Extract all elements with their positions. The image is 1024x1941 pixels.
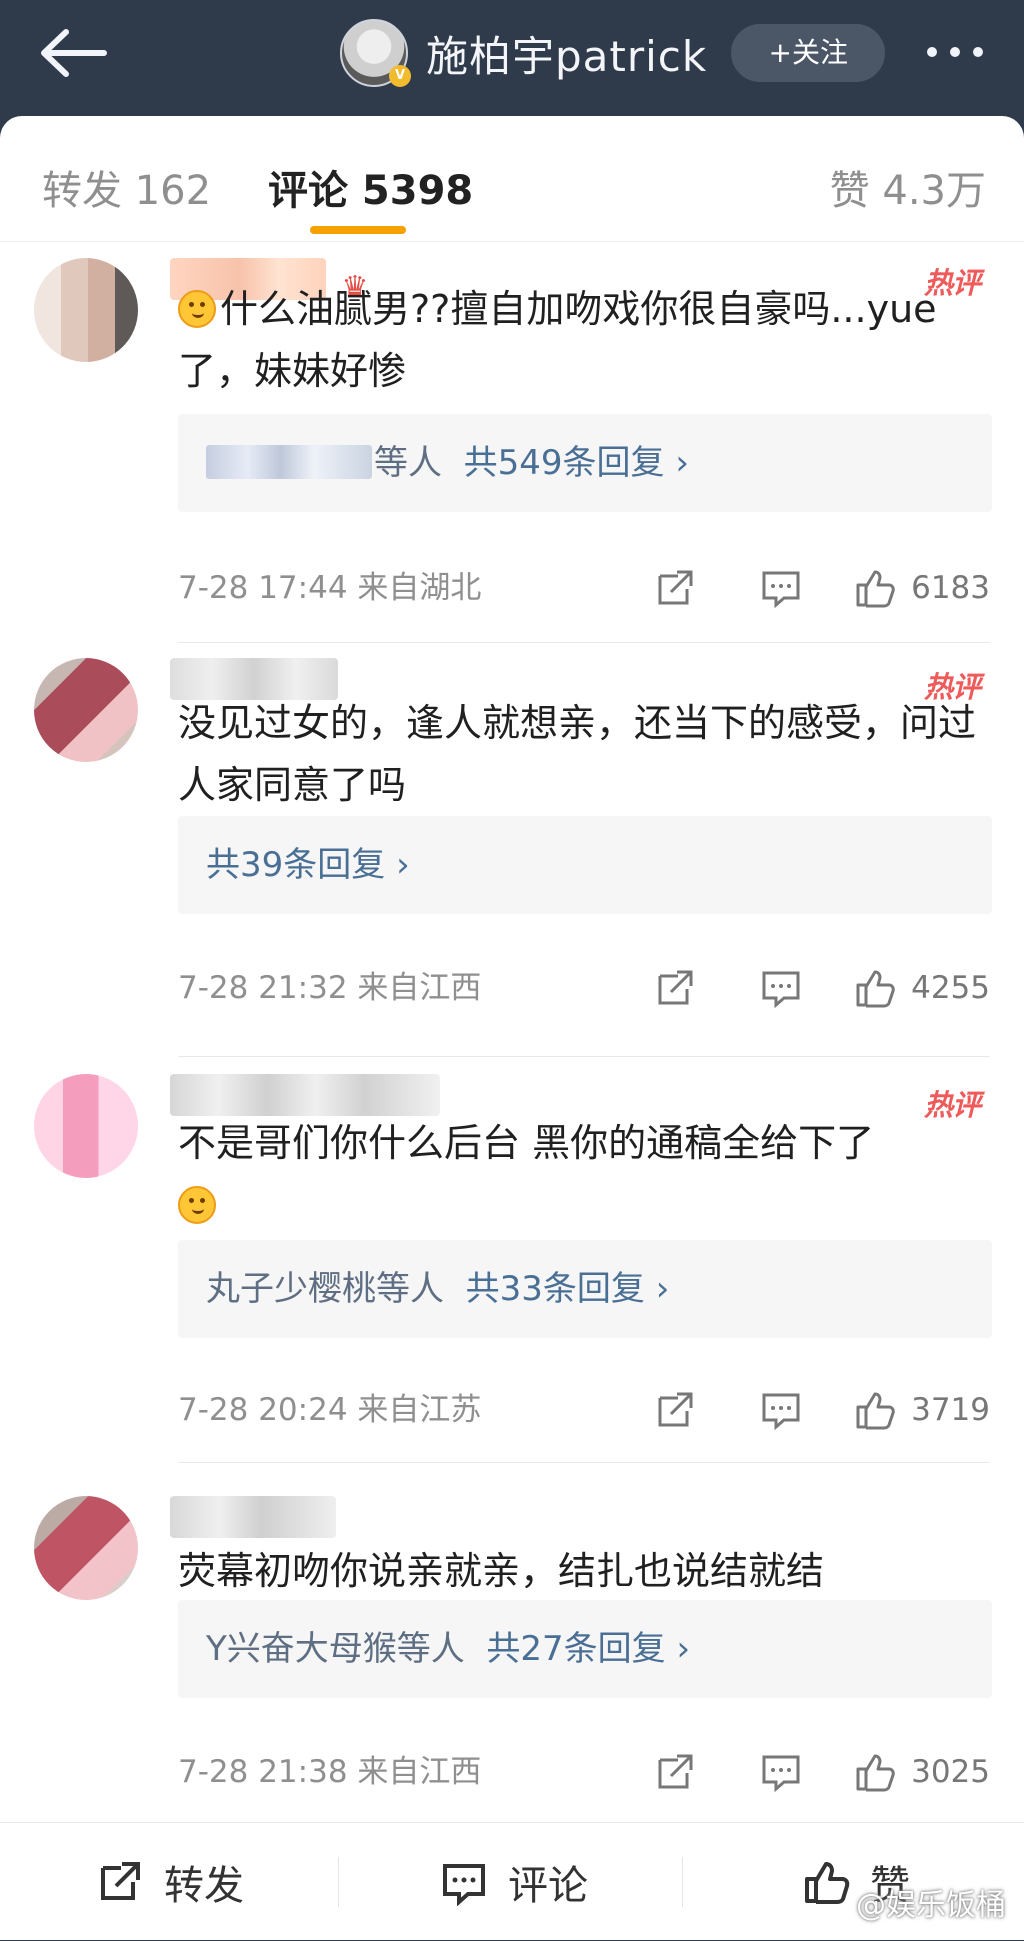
comment-item: ♛ 热评 什么油腻男??擅自加吻戏你很自豪吗...yue了，妹妹好惨 等人 共5…	[0, 242, 1024, 642]
comment-icon[interactable]	[759, 1388, 803, 1432]
comment-item: 荧幕初吻你说亲就亲，结扎也说结就结 Y兴奋大母猴等人 共27条回复 › 7-28…	[0, 1496, 1024, 1822]
thumb-up-icon	[856, 570, 895, 608]
comment-actions: 6183	[591, 564, 990, 612]
comment-divider	[178, 1462, 990, 1463]
comment-button[interactable]: 评论	[440, 1823, 588, 1941]
profile-name[interactable]: 施柏宇patrick	[426, 23, 707, 84]
share-icon[interactable]	[653, 1750, 697, 1794]
comment-text: 没见过女的，逢人就想亲，还当下的感受，问过人家同意了吗	[178, 701, 977, 807]
tab-reposts[interactable]: 转发 162	[42, 158, 211, 216]
comment-item: 热评 没见过女的，逢人就想亲，还当下的感受，问过人家同意了吗 共39条回复 › …	[0, 658, 1024, 1048]
like-button[interactable]: 3025	[853, 1748, 990, 1796]
thinking-emoji-icon	[178, 290, 216, 328]
share-icon[interactable]	[653, 1388, 697, 1432]
back-arrow-icon[interactable]	[38, 28, 108, 78]
repost-button[interactable]: 转发	[96, 1823, 244, 1941]
share-icon[interactable]	[653, 966, 697, 1010]
reply-preview[interactable]: 丸子少樱桃等人 共33条回复 ›	[178, 1240, 992, 1338]
more-options-icon[interactable]	[920, 32, 990, 72]
commenter-name-obscured[interactable]	[170, 1074, 440, 1116]
commenter-avatar[interactable]	[34, 258, 138, 362]
comment-meta: 7-28 21:38 来自江西 3025	[178, 1748, 990, 1796]
comment-text: 什么油腻男??擅自加吻戏你很自豪吗...yue了，妹妹好惨	[178, 287, 937, 393]
profile-avatar[interactable]	[340, 19, 411, 87]
commenter-avatar[interactable]	[34, 1496, 138, 1600]
repost-icon	[101, 1862, 140, 1900]
post-tabs: 转发 162 评论 5398 赞 4.3万	[0, 116, 1024, 242]
reply-preview[interactable]: 等人 共549条回复 ›	[178, 414, 992, 512]
comment-meta: 7-28 21:32 来自江西 4255	[178, 964, 990, 1012]
top-bar: 施柏宇patrick +关注	[0, 0, 1024, 120]
comment-icon[interactable]	[759, 1750, 803, 1794]
comment-divider	[178, 1056, 990, 1057]
comment-actions: 4255	[591, 964, 990, 1012]
commenter-name-obscured[interactable]	[170, 1496, 336, 1538]
comment-page: 转发 162 评论 5398 赞 4.3万 ♛ 热评 什么油腻男??擅自加吻戏你…	[0, 116, 1024, 1822]
bottom-separator	[338, 1857, 339, 1907]
comment-actions: 3719	[591, 1386, 990, 1434]
surprised-emoji-icon	[178, 1186, 216, 1224]
commenter-avatar[interactable]	[34, 1074, 138, 1178]
watermark-label: @娱乐饭桶	[856, 1888, 1006, 1923]
thumb-up-icon	[856, 1754, 895, 1792]
comment-icon[interactable]	[759, 966, 803, 1010]
comment-actions: 3025	[591, 1748, 990, 1796]
comment-icon[interactable]	[759, 566, 803, 610]
bottom-separator	[682, 1857, 683, 1907]
comment-meta: 7-28 20:24 来自江苏 3719	[178, 1386, 990, 1434]
like-button[interactable]: 3719	[853, 1386, 990, 1434]
thumb-up-icon	[856, 1392, 895, 1430]
commenter-avatar[interactable]	[34, 658, 138, 762]
reply-preview[interactable]: 共39条回复 ›	[178, 816, 992, 914]
tab-likes[interactable]: 赞 4.3万	[830, 158, 986, 216]
tab-comments[interactable]: 评论 5398	[268, 158, 473, 216]
comment-text: 不是哥们你什么后台 黑你的通稿全给下了	[178, 1112, 978, 1236]
comment-icon	[443, 1864, 485, 1906]
reply-user-obscured	[206, 445, 372, 479]
like-button[interactable]: 4255	[853, 964, 990, 1012]
follow-button[interactable]: +关注	[731, 24, 886, 82]
comment-divider	[178, 642, 990, 643]
thumb-up-icon	[805, 1862, 850, 1904]
like-button[interactable]: 6183	[853, 564, 990, 612]
comment-text: 荧幕初吻你说亲就亲，结扎也说结就结	[178, 1549, 825, 1593]
comment-meta: 7-28 17:44 来自湖北 6183	[178, 564, 990, 612]
share-icon[interactable]	[653, 566, 697, 610]
comment-item: 热评 不是哥们你什么后台 黑你的通稿全给下了 丸子少樱桃等人 共33条回复 › …	[0, 1074, 1024, 1474]
active-tab-indicator	[310, 226, 406, 234]
reply-preview[interactable]: Y兴奋大母猴等人 共27条回复 ›	[178, 1600, 992, 1698]
thumb-up-icon	[856, 970, 895, 1008]
profile-header: 施柏宇patrick +关注	[340, 18, 886, 88]
